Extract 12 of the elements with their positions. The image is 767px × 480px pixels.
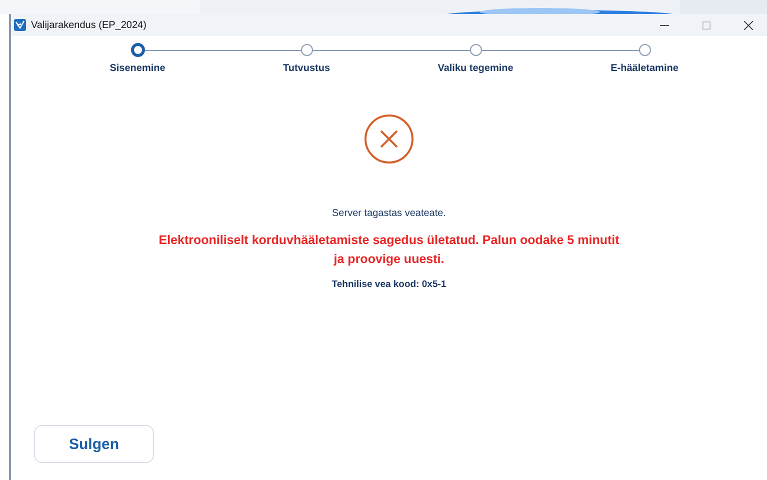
- error-code: Tehnilise vea kood: 0x5-1: [332, 279, 446, 290]
- message-title: Server tagastas veateate.: [332, 208, 446, 219]
- step-label: Tutvustus: [282, 63, 330, 74]
- close-button[interactable]: Sulgen: [34, 425, 154, 463]
- app-logo-icon: [14, 19, 26, 31]
- close-icon[interactable]: [744, 20, 753, 30]
- step-label: Valiku tegemine: [438, 63, 514, 74]
- error-icon: [364, 114, 414, 164]
- step-label: Sisenemine: [110, 63, 166, 74]
- error-message: Elektrooniliselt korduvhääletamiste sagedus ületatud. Palun oodake 5 minutit ja proovige uuesti.: [158, 232, 620, 268]
- window-title: Valijarakendus (EP_2024): [31, 20, 146, 30]
- step-label: E-hääletamine: [610, 63, 678, 74]
